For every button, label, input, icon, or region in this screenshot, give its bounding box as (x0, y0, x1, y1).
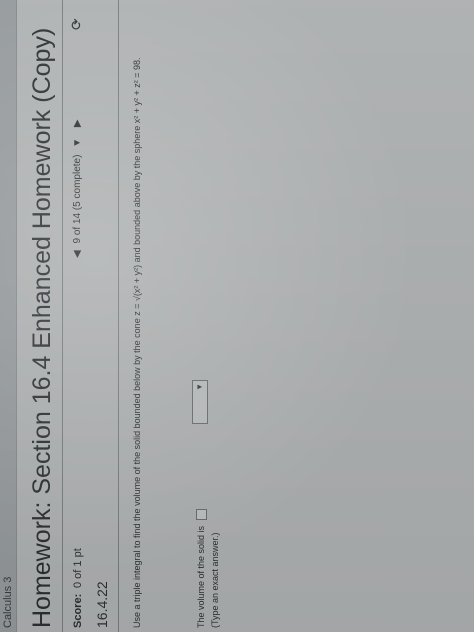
next-question-button[interactable]: ▶ (72, 119, 83, 127)
homework-title: Homework: Section 16.4 Enhanced Homework… (28, 27, 56, 628)
divider (118, 0, 119, 632)
answer-prompt: The volume of the solid is (196, 525, 206, 628)
question-progress[interactable]: 9 of 14 (5 complete) (72, 155, 83, 244)
answer-dropdown[interactable]: ▼ (192, 380, 208, 424)
question-text: Use a triple integral to find the volume… (132, 57, 142, 628)
question-list-dropdown[interactable]: ▼ (72, 138, 83, 148)
top-strip: Calculus 3 (0, 0, 17, 632)
score-label: Score: (72, 593, 84, 628)
divider (62, 0, 63, 632)
chevron-down-icon: ▼ (195, 383, 204, 391)
answer-input[interactable] (196, 509, 208, 521)
homework-page: Calculus 3 Homework: Section 16.4 Enhanc… (0, 0, 474, 632)
question-number: 16.4.22 (94, 581, 110, 628)
answer-hint: (Type an exact answer.) (210, 532, 220, 628)
prev-question-button[interactable]: ◀ (72, 250, 83, 258)
question-navigation: ◀ 9 of 14 (5 complete) ▼ ▶ (72, 115, 83, 262)
course-title: Calculus 3 (2, 576, 14, 628)
score-value: 0 of 1 pt (72, 548, 84, 588)
help-icon[interactable]: ⟳ (68, 18, 85, 30)
answer-line: The volume of the solid is (196, 509, 208, 628)
